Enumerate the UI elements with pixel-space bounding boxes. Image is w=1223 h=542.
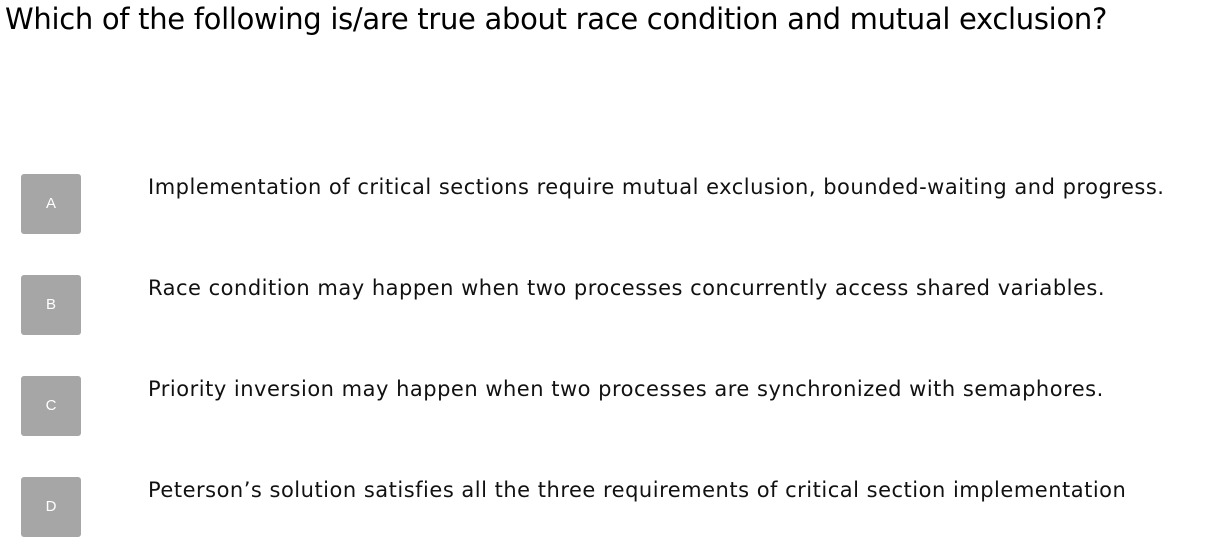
option-d[interactable]: D Peterson’s solution satisfies all the …: [21, 477, 1221, 539]
option-a-text: Implementation of critical sections requ…: [148, 175, 1165, 199]
option-c-text: Priority inversion may happen when two p…: [148, 377, 1104, 401]
option-c[interactable]: C Priority inversion may happen when two…: [21, 376, 1221, 438]
option-d-text: Peterson’s solution satisfies all the th…: [148, 478, 1127, 502]
option-a[interactable]: A Implementation of critical sections re…: [21, 174, 1221, 236]
option-b-badge[interactable]: B: [21, 275, 81, 335]
question-text: Which of the following is/are true about…: [5, 2, 1108, 36]
option-b[interactable]: B Race condition may happen when two pro…: [21, 275, 1221, 337]
option-d-badge[interactable]: D: [21, 477, 81, 537]
option-b-text: Race condition may happen when two proce…: [148, 276, 1106, 300]
option-a-badge[interactable]: A: [21, 174, 81, 234]
option-c-badge[interactable]: C: [21, 376, 81, 436]
